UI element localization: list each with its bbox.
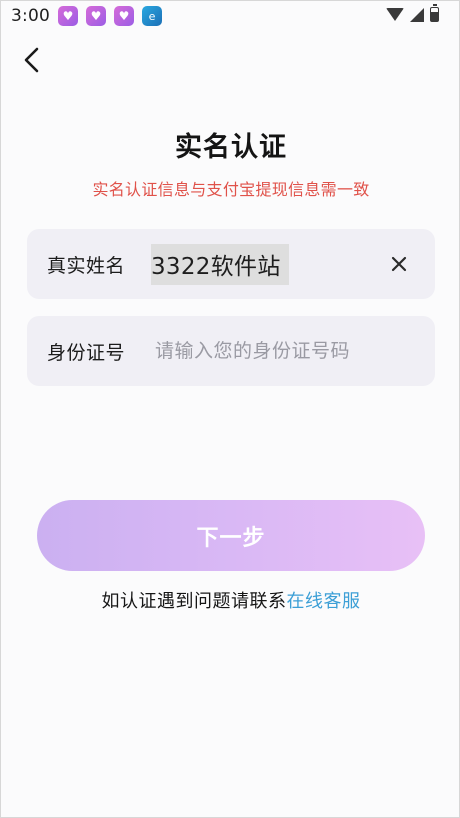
id-number-input[interactable]	[151, 331, 435, 371]
status-indicators	[386, 4, 439, 22]
heart-app-icon: ♥	[113, 6, 134, 26]
help-line: 如认证遇到问题请联系在线客服	[1, 587, 460, 613]
signal-icon	[410, 7, 424, 22]
status-time: 3:00	[11, 6, 50, 26]
page-title: 实名认证	[175, 132, 287, 163]
heart-app-icon: ♥	[85, 6, 106, 26]
wifi-icon	[386, 8, 404, 21]
real-name-label: 真实姓名	[47, 254, 126, 277]
chevron-left-icon	[24, 47, 39, 73]
close-icon	[391, 256, 407, 272]
battery-icon	[430, 4, 439, 22]
status-bar: 3:00 ♥ ♥ ♥ e	[1, 1, 460, 31]
id-number-label: 身份证号	[47, 341, 126, 364]
next-step-button[interactable]: 下一步	[37, 500, 425, 571]
online-service-link[interactable]: 在线客服	[287, 591, 361, 612]
help-text: 如认证遇到问题请联系	[101, 591, 287, 612]
browser-app-icon: e	[141, 6, 162, 26]
app-screen: 3:00 ♥ ♥ ♥ e 实名认证 实名认证信息与支付宝提现信息需一致 真实姓名…	[0, 0, 460, 818]
real-name-input[interactable]: 3322软件站	[151, 243, 289, 285]
notice-text: 实名认证信息与支付宝提现信息需一致	[92, 180, 370, 199]
heart-app-icon: ♥	[57, 6, 78, 26]
id-number-field[interactable]: 身份证号	[27, 316, 435, 386]
back-button[interactable]	[15, 43, 49, 77]
real-name-field[interactable]: 真实姓名 3322软件站	[27, 229, 435, 299]
clear-name-button[interactable]	[387, 252, 411, 276]
